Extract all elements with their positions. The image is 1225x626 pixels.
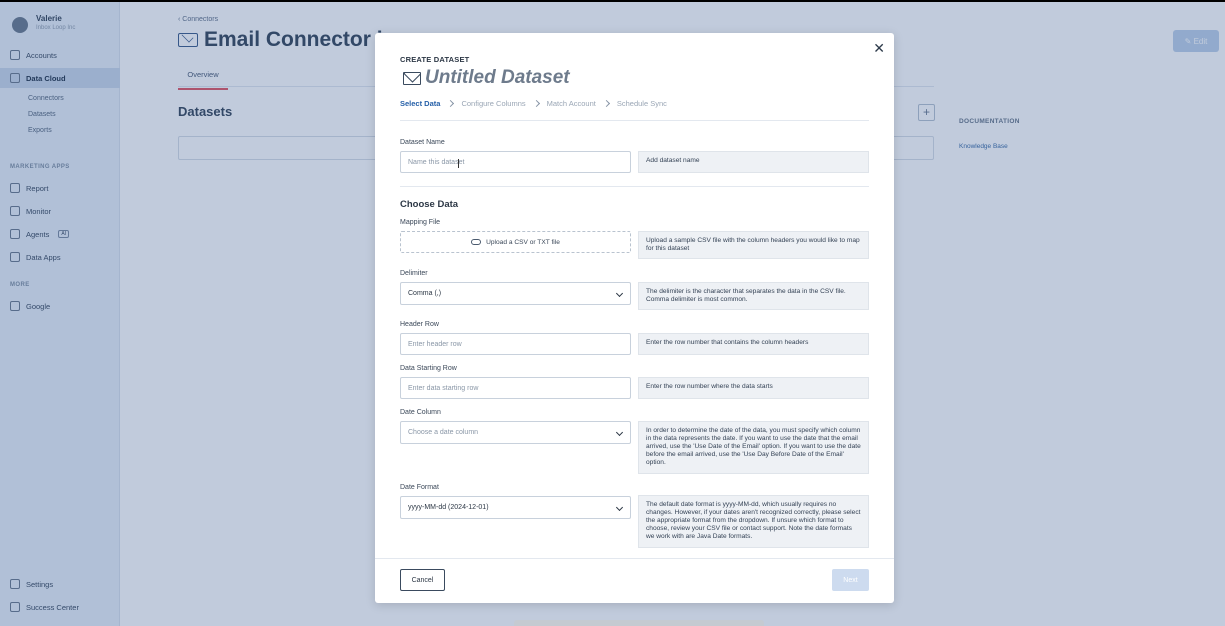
dataset-name-input[interactable]: Name this dataset <box>400 151 631 173</box>
step-schedule-sync[interactable]: Schedule Sync <box>617 99 667 108</box>
modal-title: Untitled Dataset <box>403 67 570 89</box>
top-border <box>0 0 1225 2</box>
header-row-help: Enter the row number that contains the c… <box>638 333 869 355</box>
chevron-down-icon <box>615 428 624 437</box>
mapping-file-help: Upload a sample CSV file with the column… <box>638 231 869 259</box>
data-starting-row-input[interactable]: Enter data starting row <box>400 377 631 399</box>
date-column-help: In order to determine the date of the da… <box>638 421 869 474</box>
chevron-down-icon <box>615 289 624 298</box>
bottom-bar <box>514 620 764 626</box>
date-column-select[interactable]: Choose a date column <box>400 421 631 444</box>
step-configure-columns[interactable]: Configure Columns <box>461 99 525 108</box>
chevron-right-icon <box>602 99 610 108</box>
upload-cloud-icon <box>471 239 482 245</box>
header-row-label: Header Row <box>400 321 439 328</box>
dataset-name-label: Dataset Name <box>400 139 445 146</box>
date-column-label: Date Column <box>400 409 441 416</box>
envelope-icon <box>403 71 421 85</box>
step-match-account[interactable]: Match Account <box>547 99 596 108</box>
choose-data-heading: Choose Data <box>400 199 459 210</box>
divider <box>400 186 869 187</box>
modal-tag: CREATE DATASET <box>400 55 470 64</box>
cancel-button[interactable]: Cancel <box>400 569 445 591</box>
upload-file-button[interactable]: Upload a CSV or TXT file <box>400 231 631 253</box>
delimiter-help: The delimiter is the character that sepa… <box>638 282 869 310</box>
data-starting-row-help: Enter the row number where the data star… <box>638 377 869 399</box>
next-button[interactable]: Next <box>832 569 869 591</box>
create-dataset-modal: ✕ CREATE DATASET Untitled Dataset Select… <box>375 33 894 603</box>
header-row-input[interactable]: Enter header row <box>400 333 631 355</box>
chevron-down-icon <box>615 503 624 512</box>
delimiter-select[interactable]: Comma (,) <box>400 282 631 305</box>
stepper: Select Data Configure Columns Match Acco… <box>400 99 667 108</box>
data-starting-row-label: Data Starting Row <box>400 365 457 372</box>
close-icon[interactable]: ✕ <box>873 40 885 57</box>
dataset-name-help: Add dataset name <box>638 151 869 173</box>
chevron-right-icon <box>532 99 540 108</box>
date-format-label: Date Format <box>400 484 439 491</box>
date-format-select[interactable]: yyyy-MM-dd (2024-12-01) <box>400 496 631 519</box>
footer-divider <box>375 558 894 559</box>
mapping-file-label: Mapping File <box>400 219 441 226</box>
date-format-help: The default date format is yyyy-MM-dd, w… <box>638 495 869 548</box>
step-select-data[interactable]: Select Data <box>400 99 440 108</box>
delimiter-label: Delimiter <box>400 270 428 277</box>
chevron-right-icon <box>447 99 455 108</box>
text-cursor <box>458 159 460 168</box>
divider <box>400 120 869 121</box>
